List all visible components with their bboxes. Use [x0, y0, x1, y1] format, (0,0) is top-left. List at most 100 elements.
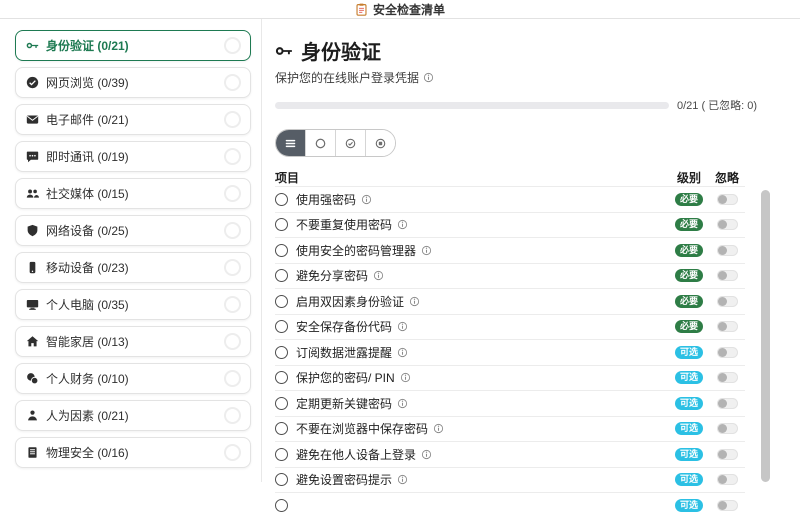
level-badge: 必要 [674, 218, 703, 232]
ignore-toggle[interactable] [716, 448, 738, 460]
ignore-toggle[interactable] [716, 397, 738, 409]
item-checkbox[interactable] [275, 269, 288, 283]
progress-ring [224, 259, 241, 276]
ignore-toggle[interactable] [716, 423, 738, 435]
ignore-toggle[interactable] [716, 321, 738, 333]
sidebar-item-0[interactable]: 身份验证 (0/21) [15, 30, 251, 61]
ignore-cell [709, 270, 745, 282]
sidebar: 身份验证 (0/21) 网页浏览 (0/39) 电子邮件 (0/21) 即时通讯 (0… [0, 19, 262, 482]
info-icon[interactable] [400, 372, 411, 383]
info-icon[interactable] [421, 245, 432, 256]
ignore-cell [709, 372, 745, 384]
sidebar-item-11[interactable]: 物理安全 (0/16) [15, 437, 251, 468]
sidebar-item-3[interactable]: 即时通讯 (0/19) [15, 141, 251, 172]
scrollbar[interactable] [761, 190, 770, 482]
item-checkbox[interactable] [275, 396, 288, 410]
ignore-toggle[interactable] [716, 219, 738, 231]
info-icon[interactable] [397, 219, 408, 230]
ignore-toggle[interactable] [716, 295, 738, 307]
sidebar-item-6[interactable]: 移动设备 (0/23) [15, 252, 251, 283]
level-cell: 必要 [669, 320, 709, 334]
info-icon[interactable] [397, 398, 408, 409]
item-checkbox[interactable] [275, 371, 288, 385]
info-icon[interactable] [421, 449, 432, 460]
item-checkbox[interactable] [275, 473, 288, 487]
info-icon[interactable] [423, 72, 434, 83]
progress-ring [224, 370, 241, 387]
users-icon [26, 187, 39, 200]
progress-ring [224, 111, 241, 128]
level-cell: 可选 [669, 422, 709, 436]
sidebar-item-5[interactable]: 网络设备 (0/25) [15, 215, 251, 246]
item-checkbox[interactable] [275, 192, 288, 206]
info-icon[interactable] [361, 194, 372, 205]
level-cell: 可选 [669, 473, 709, 487]
ignore-cell [709, 474, 745, 486]
ignore-toggle[interactable] [716, 474, 738, 486]
level-badge: 可选 [674, 422, 703, 436]
item-label-group: 定期更新关键密码 [296, 395, 669, 412]
item-checkbox[interactable] [275, 294, 288, 308]
progress-ring [224, 74, 241, 91]
level-cell: 必要 [669, 218, 709, 232]
sidebar-item-label: 电子邮件 (0/21) [46, 113, 129, 127]
item-label-group: 不要重复使用密码 [296, 216, 669, 233]
main-panel: 身份验证 保护您的在线账户登录凭据 0/21 ( 已忽略: 0) 项目 级别 忽… [262, 19, 800, 512]
filter-button-circle[interactable] [306, 130, 336, 156]
info-icon[interactable] [433, 423, 444, 434]
table-row: 避免在他人设备上登录 可选 [275, 441, 745, 467]
level-cell: 可选 [669, 447, 709, 461]
sidebar-item-2[interactable]: 电子邮件 (0/21) [15, 104, 251, 135]
level-badge: 可选 [674, 371, 703, 385]
info-icon[interactable] [409, 296, 420, 307]
page-title: 身份验证 [301, 42, 381, 64]
app-title: 安全检查清单 [372, 2, 445, 17]
sidebar-item-label: 移动设备 (0/23) [46, 261, 129, 275]
item-label-group: 避免分享密码 [296, 267, 669, 284]
toggle-knob [717, 398, 727, 408]
item-checkbox[interactable] [275, 218, 288, 232]
filter-button-check-circle[interactable] [336, 130, 366, 156]
item-checkbox[interactable] [275, 498, 288, 512]
checklist-table: 项目 级别 忽略 使用强密码 必要 不要重复使用密码 必要 使用安全的密码管理器 必要 避免… [275, 169, 745, 518]
level-badge: 必要 [674, 320, 703, 334]
app-header: 安全检查清单 [0, 0, 800, 19]
ignore-toggle[interactable] [716, 499, 738, 511]
item-checkbox[interactable] [275, 320, 288, 334]
level-cell: 必要 [669, 243, 709, 257]
item-label-group: 使用安全的密码管理器 [296, 242, 669, 259]
sidebar-item-10[interactable]: 人为因素 (0/21) [15, 400, 251, 431]
browser-icon [26, 76, 39, 89]
toggle-knob [717, 220, 727, 230]
info-icon[interactable] [397, 474, 408, 485]
item-checkbox[interactable] [275, 243, 288, 257]
item-checkbox[interactable] [275, 345, 288, 359]
sidebar-item-1[interactable]: 网页浏览 (0/39) [15, 67, 251, 98]
level-badge: 必要 [674, 243, 703, 257]
info-icon[interactable] [397, 347, 408, 358]
ignore-toggle[interactable] [716, 346, 738, 358]
ignore-toggle[interactable] [716, 270, 738, 282]
toggle-knob [717, 449, 727, 459]
ignore-toggle[interactable] [716, 244, 738, 256]
level-badge: 可选 [674, 498, 703, 512]
ignore-toggle[interactable] [716, 193, 738, 205]
toggle-knob [717, 347, 727, 357]
info-icon[interactable] [397, 321, 408, 332]
sidebar-item-9[interactable]: 个人财务 (0/10) [15, 363, 251, 394]
column-header-ignore: 忽略 [714, 171, 739, 185]
item-checkbox[interactable] [275, 422, 288, 436]
chat-icon [26, 150, 39, 163]
filter-button-list[interactable] [276, 130, 306, 156]
filter-button-stop-circle[interactable] [366, 130, 395, 156]
level-cell: 必要 [669, 294, 709, 308]
info-icon[interactable] [373, 270, 384, 281]
page-subtitle-text: 保护您的在线账户登录凭据 [275, 70, 420, 85]
sidebar-item-7[interactable]: 个人电脑 (0/35) [15, 289, 251, 320]
item-checkbox[interactable] [275, 447, 288, 461]
mobile-icon [26, 261, 39, 274]
ignore-toggle[interactable] [716, 372, 738, 384]
sidebar-item-4[interactable]: 社交媒体 (0/15) [15, 178, 251, 209]
sidebar-item-8[interactable]: 智能家居 (0/13) [15, 326, 251, 357]
sidebar-item-label: 社交媒体 (0/15) [46, 187, 129, 201]
